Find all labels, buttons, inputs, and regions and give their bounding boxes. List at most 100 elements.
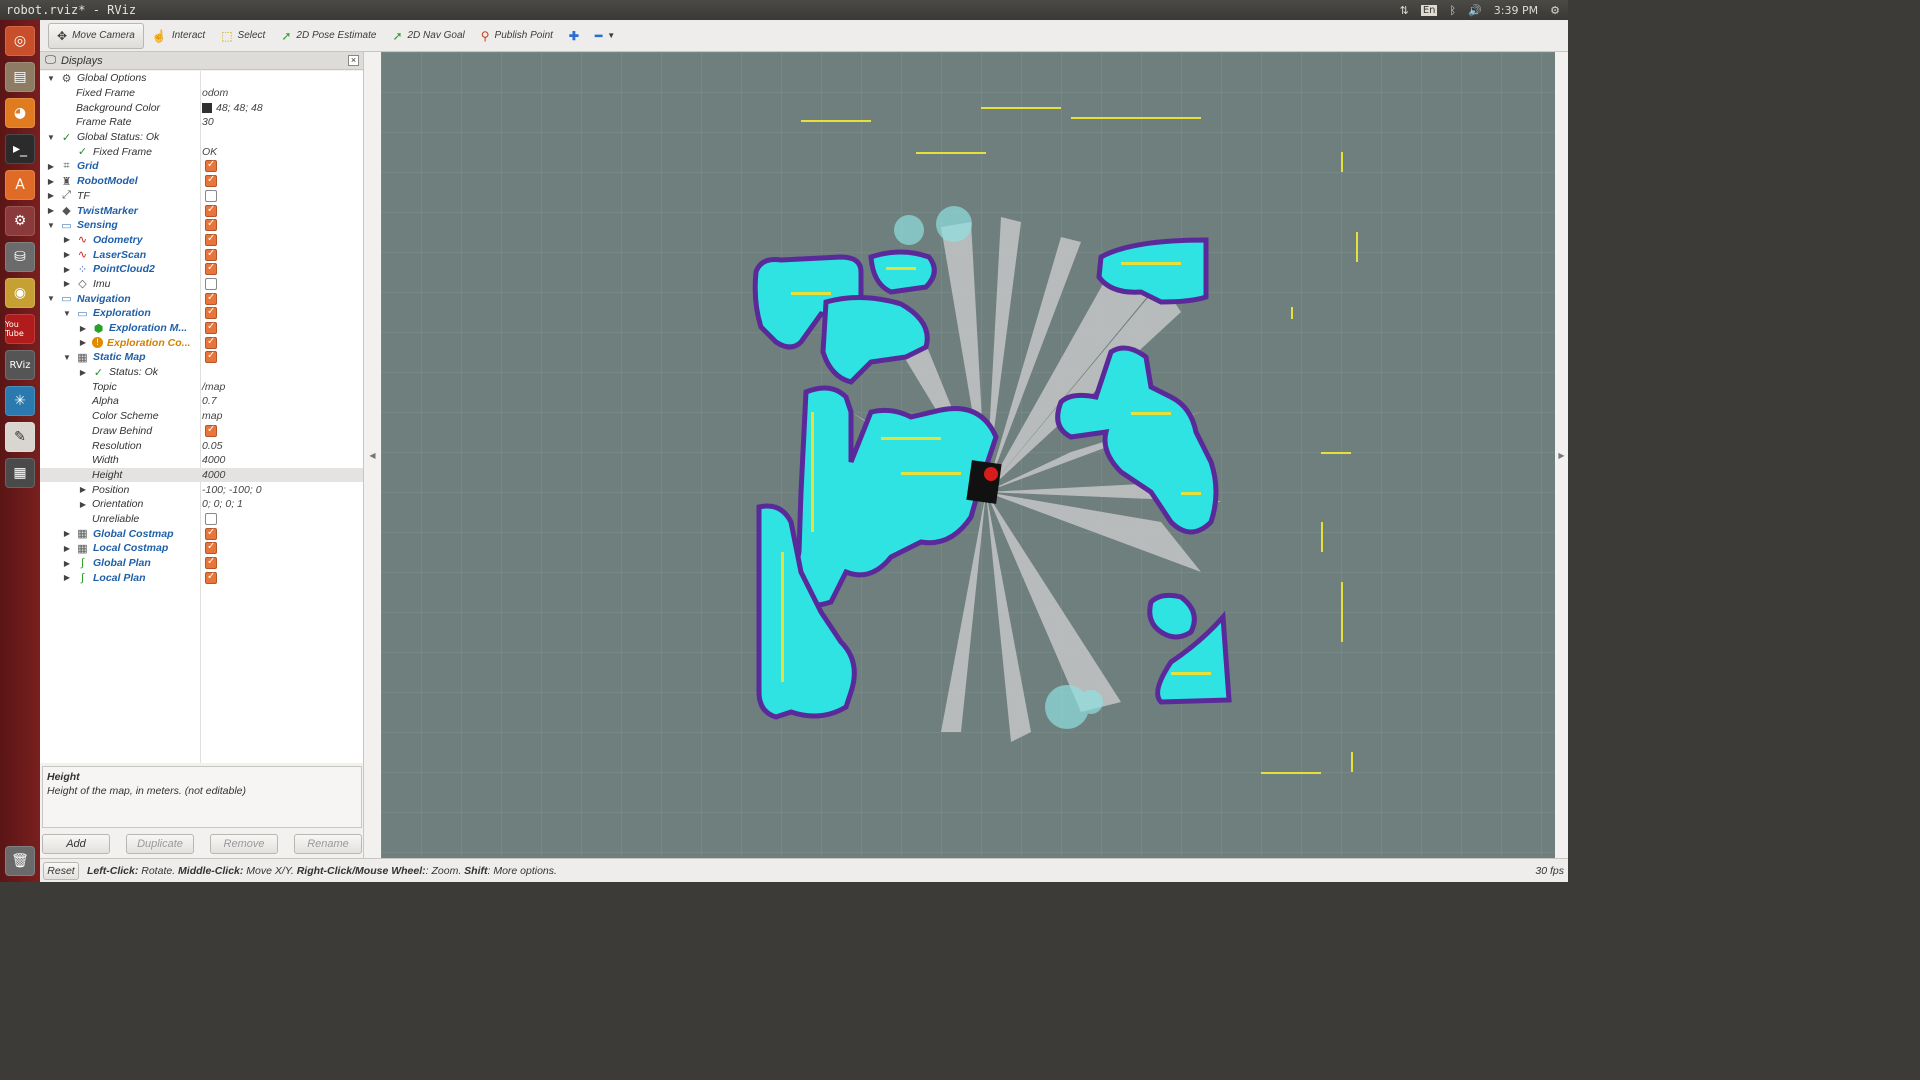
close-icon[interactable]: ×	[348, 55, 359, 66]
tree-row[interactable]: ▶ ✓ Status: Ok	[40, 365, 363, 380]
remove-tool-button[interactable]: ━ ▼	[587, 23, 623, 49]
nav-goal-button[interactable]: ➚ 2D Nav Goal	[384, 23, 472, 49]
tree-row[interactable]: Height 4000	[40, 467, 363, 483]
rviz-icon[interactable]: RViz	[5, 350, 35, 380]
clock[interactable]: 3:39 PM	[1494, 4, 1538, 17]
select-button[interactable]: ⬚ Select	[213, 23, 273, 49]
expand-right-icon[interactable]: ▶	[62, 265, 72, 274]
map-render[interactable]	[381, 52, 1555, 858]
expand-right-icon[interactable]: ▶	[78, 338, 88, 347]
enable-checkbox[interactable]	[205, 512, 217, 525]
expand-right-icon[interactable]: ▶	[62, 573, 72, 582]
enable-checkbox[interactable]	[205, 336, 217, 349]
expand-down-icon[interactable]: ▼	[62, 309, 72, 318]
expand-down-icon[interactable]: ▼	[46, 133, 56, 142]
tree-row-value[interactable]: 0.05	[202, 440, 222, 452]
enable-checkbox[interactable]	[205, 527, 217, 540]
enable-checkbox[interactable]	[205, 262, 217, 276]
volume-icon[interactable]: 🔊	[1468, 4, 1482, 17]
enable-checkbox[interactable]	[205, 306, 217, 320]
enable-checkbox[interactable]	[205, 571, 217, 584]
move-camera-button[interactable]: ✥ Move Camera	[48, 22, 144, 49]
tree-row[interactable]: Alpha 0.7	[40, 394, 363, 409]
ubuntu-icon[interactable]: ◎	[5, 26, 35, 56]
expand-right-icon[interactable]: ▶	[78, 324, 88, 333]
chevron-left-icon[interactable]: ◀	[369, 451, 375, 460]
files-icon[interactable]: ▤	[5, 62, 35, 92]
tree-row[interactable]: ▶ Orientation 0; 0; 0; 1	[40, 497, 363, 512]
tree-row[interactable]: Frame Rate 30	[40, 115, 363, 130]
color-swatch[interactable]	[202, 102, 212, 113]
robot-model[interactable]	[966, 460, 1002, 504]
tree-row[interactable]: ▶ ▦ Global Costmap	[40, 526, 363, 541]
expand-right-icon[interactable]: ▶	[62, 250, 72, 259]
expand-down-icon[interactable]: ▼	[62, 353, 72, 362]
tree-row-value[interactable]: 0; 0; 0; 1	[202, 498, 243, 510]
enable-checkbox[interactable]	[205, 321, 217, 335]
tree-row[interactable]: Background Color 48; 48; 48	[40, 100, 363, 115]
enable-checkbox[interactable]	[205, 350, 217, 364]
right-splitter[interactable]: ▶	[1555, 52, 1568, 858]
expand-right-icon[interactable]: ▶	[46, 206, 56, 215]
firefox-icon[interactable]: ◕	[5, 98, 35, 128]
tree-row[interactable]: Unreliable	[40, 512, 363, 527]
expand-right-icon[interactable]: ▶	[78, 485, 88, 494]
publish-point-button[interactable]: ⚲ Publish Point	[473, 23, 561, 49]
enable-checkbox[interactable]	[205, 292, 217, 305]
gear-icon[interactable]: ⚙	[1550, 4, 1560, 17]
system-settings-icon[interactable]: ⚙	[5, 206, 35, 236]
text-editor-icon[interactable]: ✎	[5, 422, 35, 452]
tree-row[interactable]: ▼ ▦ Static Map	[40, 350, 363, 365]
tree-row-value[interactable]: /map	[202, 381, 225, 393]
tree-row-value[interactable]: OK	[202, 146, 217, 158]
tree-row[interactable]: Color Scheme map	[40, 409, 363, 424]
pose-estimate-button[interactable]: ➚ 2D Pose Estimate	[273, 23, 384, 49]
tree-row-value[interactable]: 4000	[202, 454, 225, 466]
enable-checkbox[interactable]	[205, 233, 217, 246]
enable-checkbox[interactable]	[205, 424, 217, 437]
expand-right-icon[interactable]: ▶	[62, 279, 72, 288]
software-center-icon[interactable]: A	[5, 170, 35, 200]
add-button[interactable]: Add	[42, 834, 110, 854]
tree-row[interactable]: ▼ ▭ Navigation	[40, 291, 363, 306]
expand-right-icon[interactable]: ▶	[78, 500, 88, 509]
chevron-right-icon[interactable]: ▶	[1558, 451, 1564, 460]
tree-row-value[interactable]: -100; -100; 0	[202, 484, 262, 496]
expand-right-icon[interactable]: ▶	[62, 529, 72, 538]
rename-button[interactable]: Rename	[294, 834, 362, 854]
expand-down-icon[interactable]: ▼	[46, 294, 56, 303]
keyboard-indicator[interactable]: En	[1420, 4, 1438, 16]
tree-row[interactable]: ▶ ∫ Local Plan	[40, 570, 363, 585]
tree-row[interactable]: ▶ ⁘ PointCloud2	[40, 262, 363, 277]
expand-down-icon[interactable]: ▼	[46, 74, 56, 83]
tree-row[interactable]: Width 4000	[40, 453, 363, 468]
expand-down-icon[interactable]: ▼	[46, 221, 56, 230]
3d-viewport[interactable]	[381, 52, 1555, 858]
expand-right-icon[interactable]: ▶	[78, 368, 88, 377]
enable-checkbox[interactable]	[205, 248, 217, 261]
tree-row[interactable]: ▶ ◆ TwistMarker	[40, 203, 363, 218]
tree-row-value[interactable]: odom	[202, 87, 228, 99]
expand-right-icon[interactable]: ▶	[46, 162, 56, 171]
enable-checkbox[interactable]	[205, 218, 217, 232]
tree-row[interactable]: ▶ ∿ LaserScan	[40, 247, 363, 262]
trash-icon[interactable]: 🗑	[5, 846, 35, 876]
tree-row[interactable]: ▼ ▭ Exploration	[40, 306, 363, 321]
enable-checkbox[interactable]	[205, 159, 217, 173]
reset-button[interactable]: Reset	[43, 861, 79, 880]
network-icon[interactable]: ⇅	[1400, 4, 1409, 17]
expand-right-icon[interactable]: ▶	[62, 235, 72, 244]
tree-row[interactable]: Topic/map	[40, 379, 363, 394]
expand-right-icon[interactable]: ▶	[46, 177, 56, 186]
tree-row[interactable]: ▼ ⚙ Global Options	[40, 71, 363, 86]
tree-row-value[interactable]: 48; 48; 48	[202, 102, 263, 114]
enable-checkbox[interactable]	[205, 556, 217, 570]
tree-row[interactable]: ▶! Exploration Co...	[40, 335, 363, 350]
enable-checkbox[interactable]	[205, 174, 217, 188]
expand-right-icon[interactable]: ▶	[62, 559, 72, 568]
tree-row[interactable]: ▶ ∿ Odometry	[40, 233, 363, 248]
enable-checkbox[interactable]	[205, 277, 217, 290]
youtube-icon[interactable]: You Tube	[5, 314, 35, 344]
panel-splitter[interactable]: ◀	[364, 52, 381, 858]
tree-row-value[interactable]: map	[202, 410, 222, 422]
